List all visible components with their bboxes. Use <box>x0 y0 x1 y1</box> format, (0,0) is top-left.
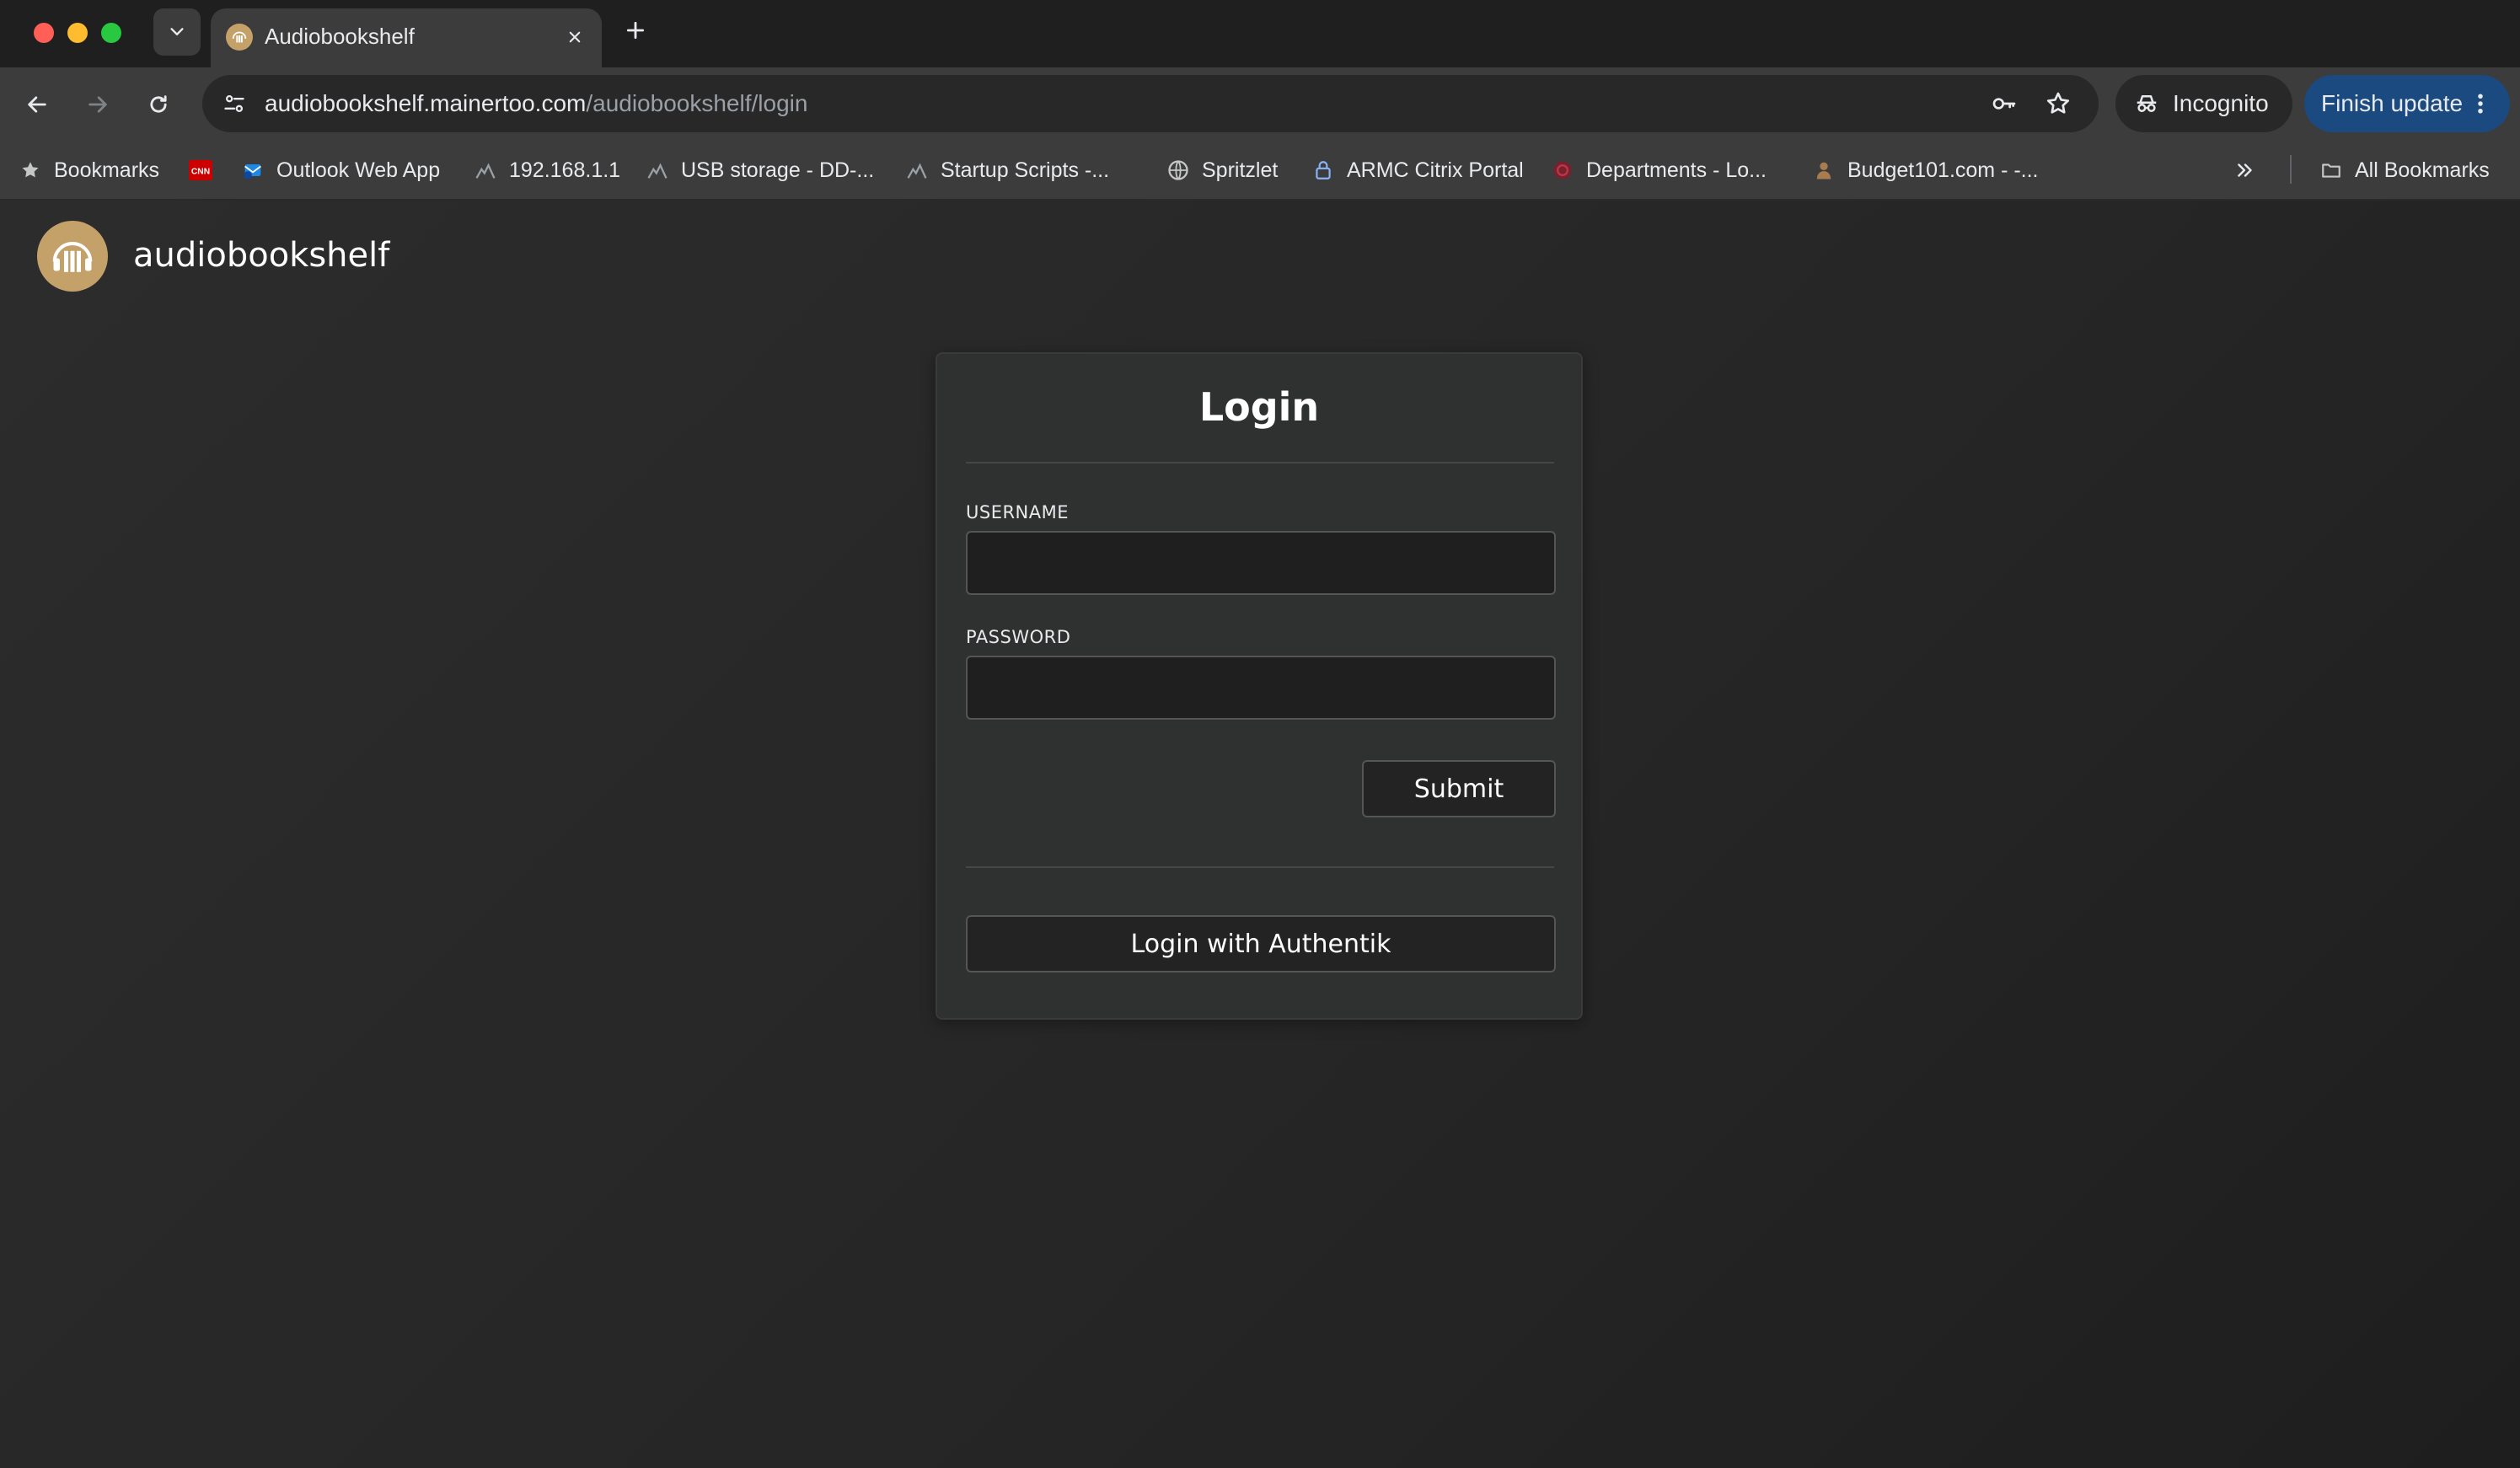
router-icon <box>646 158 669 182</box>
tune-icon <box>224 94 244 113</box>
window-minimize-button[interactable] <box>67 23 88 43</box>
active-tab[interactable]: Audiobookshelf <box>211 8 602 67</box>
incognito-label: Incognito <box>2173 90 2269 116</box>
arrow-right-icon <box>88 96 107 113</box>
chevron-down-icon <box>170 28 184 35</box>
finish-update-label: Finish update <box>2321 90 2464 116</box>
audiobookshelf-favicon-icon <box>226 24 253 51</box>
window-zoom-button[interactable] <box>101 23 121 43</box>
back-button[interactable] <box>19 86 56 123</box>
forward-button[interactable] <box>79 86 116 123</box>
address-bar[interactable]: audiobookshelf.mainertoo.com/audiobooksh… <box>202 75 2099 132</box>
bookmark-label: USB storage - DD-... <box>681 158 875 182</box>
folder-icon <box>2319 158 2343 182</box>
divider <box>966 462 1554 463</box>
bookmarks-bar: Bookmarks CNN Outlook Web App 192.168.1.… <box>0 140 2520 201</box>
arrow-left-icon <box>28 96 46 113</box>
bookmark-item-outlook[interactable]: Outlook Web App <box>241 152 440 189</box>
incognito-indicator[interactable]: Incognito <box>2115 75 2292 132</box>
window-close-button[interactable] <box>34 23 54 43</box>
globe-icon <box>1166 158 1190 182</box>
password-key-icon[interactable] <box>1987 87 2021 121</box>
bookmarks-divider <box>2290 155 2292 184</box>
bookmark-item-cnn[interactable]: CNN <box>189 152 212 189</box>
reload-button[interactable] <box>140 86 177 123</box>
all-bookmarks-button[interactable]: All Bookmarks <box>2319 152 2490 189</box>
more-vert-icon <box>2478 94 2483 114</box>
bookmarks-overflow-button[interactable] <box>2233 152 2257 189</box>
password-label: PASSWORD <box>966 627 1071 647</box>
site-info-button[interactable] <box>216 85 253 122</box>
browser-tab-strip: Audiobookshelf <box>0 0 2520 67</box>
username-input[interactable] <box>966 531 1556 595</box>
bookmark-label: Outlook Web App <box>276 158 441 182</box>
bookmark-item-departments[interactable]: Departments - Lo... <box>1551 152 1767 189</box>
tab-search-button[interactable] <box>153 8 201 56</box>
all-bookmarks-label: All Bookmarks <box>2355 158 2490 182</box>
bookmark-item-startup-scripts[interactable]: Startup Scripts -... <box>905 152 1109 189</box>
reload-icon <box>150 95 167 113</box>
bookmark-label: Bookmarks <box>54 158 160 182</box>
browser-toolbar: audiobookshelf.mainertoo.com/audiobooksh… <box>0 67 2520 140</box>
budget-icon <box>1812 158 1836 182</box>
bookmark-item-usb-storage[interactable]: USB storage - DD-... <box>646 152 874 189</box>
star-icon <box>19 158 42 182</box>
bookmark-label: 192.168.1.1 <box>509 158 621 182</box>
finish-update-button[interactable]: Finish update <box>2304 75 2510 132</box>
bookmark-label: Spritzlet <box>1202 158 1279 182</box>
outlook-icon <box>241 158 265 182</box>
app-name[interactable]: audiobookshelf <box>133 236 389 275</box>
svg-text:CNN: CNN <box>191 168 210 177</box>
tab-title: Audiobookshelf <box>265 24 415 49</box>
bookmark-star-icon[interactable] <box>2041 87 2075 121</box>
password-input[interactable] <box>966 656 1556 720</box>
bookmark-item-192-168-1-1[interactable]: 192.168.1.1 <box>474 152 620 189</box>
cnn-icon: CNN <box>189 158 212 182</box>
url-text: audiobookshelf.mainertoo.com/audiobooksh… <box>265 90 807 117</box>
incognito-icon <box>2137 95 2157 112</box>
login-title: Login <box>1198 384 1320 430</box>
lock-icon <box>1311 158 1335 182</box>
router-icon <box>905 158 929 182</box>
bookmark-item-armc-citrix[interactable]: ARMC Citrix Portal <box>1311 152 1524 189</box>
departments-icon <box>1551 158 1574 182</box>
url-path: /audiobookshelf/login <box>586 90 808 116</box>
bookmark-label: Budget101.com - -... <box>1847 158 2039 182</box>
new-tab-button[interactable] <box>620 15 651 46</box>
divider <box>966 866 1554 868</box>
url-host: audiobookshelf.mainertoo.com <box>265 90 587 116</box>
login-with-authentik-button[interactable]: Login with Authentik <box>966 915 1556 972</box>
bookmark-label: Startup Scripts -... <box>941 158 1110 182</box>
plus-icon <box>626 21 645 40</box>
page-content: audiobookshelf Login USERNAME PASSWORD S… <box>0 201 2520 1468</box>
username-label: USERNAME <box>966 502 1070 522</box>
audiobookshelf-logo-icon[interactable] <box>37 221 108 292</box>
bookmark-item-budget101[interactable]: Budget101.com - -... <box>1812 152 2039 189</box>
tab-close-icon[interactable] <box>560 22 590 52</box>
bookmark-label: Departments - Lo... <box>1586 158 1767 182</box>
router-icon <box>474 158 497 182</box>
login-card: Login USERNAME PASSWORD Submit Login wit… <box>936 352 1583 1020</box>
bookmark-item-spritzlet[interactable]: Spritzlet <box>1166 152 1278 189</box>
double-chevron-right-icon <box>2233 158 2257 182</box>
bookmark-label: ARMC Citrix Portal <box>1347 158 1524 182</box>
bookmark-item-bookmarks[interactable]: Bookmarks <box>19 152 159 189</box>
submit-button[interactable]: Submit <box>1362 760 1556 817</box>
